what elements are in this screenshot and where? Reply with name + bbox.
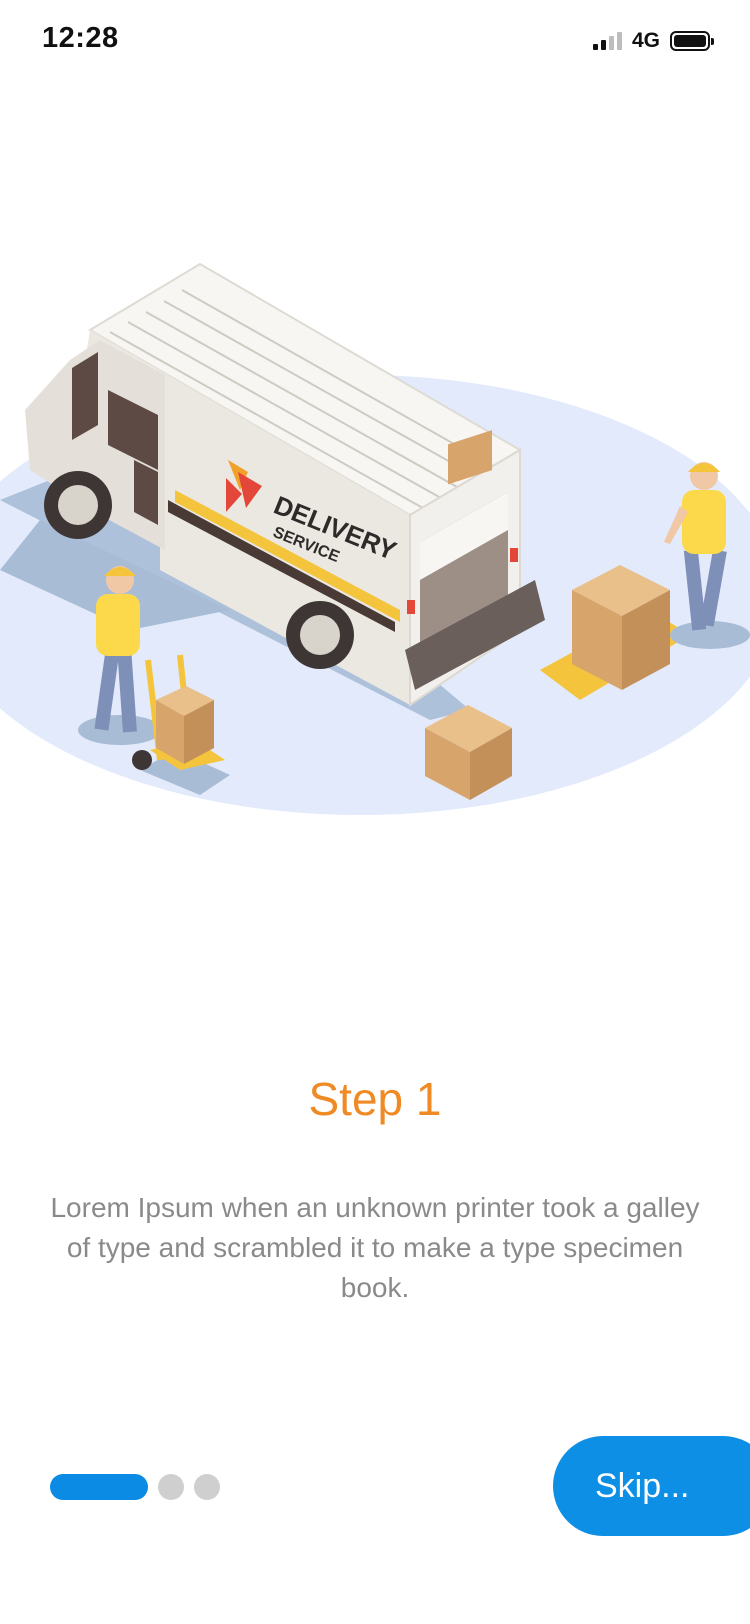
status-indicators: 4G (592, 28, 714, 54)
status-time: 12:28 (42, 22, 119, 54)
pallet-boxes (572, 565, 670, 690)
status-bar: 12:28 4G (0, 0, 750, 86)
page-dot-active[interactable] (50, 1474, 148, 1500)
onboarding-title: Step 1 (308, 1073, 442, 1125)
network-label: 4G (631, 29, 660, 52)
page-dot[interactable] (158, 1474, 184, 1500)
page-indicator (50, 1474, 220, 1500)
onboarding-description: Lorem Ipsum when an unknown printer took… (50, 1192, 700, 1303)
hand-truck-boxes (156, 686, 214, 764)
skip-button[interactable]: Skip... (553, 1436, 750, 1536)
battery-icon (670, 31, 714, 51)
signal-icon (592, 32, 622, 50)
page-dot[interactable] (194, 1474, 220, 1500)
delivery-illustration: DELIVERY SERVICE (0, 262, 750, 815)
